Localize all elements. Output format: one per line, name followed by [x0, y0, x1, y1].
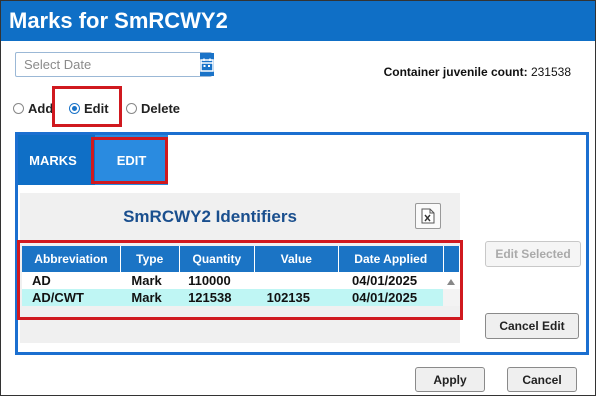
juvenile-count: Container juvenile count: 231538 [384, 65, 571, 79]
radio-add-label: Add [28, 101, 54, 116]
count-label: Container juvenile count: [383, 65, 528, 79]
apply-button[interactable]: Apply [415, 367, 485, 392]
annotation-box-edit-tab [91, 137, 168, 184]
radio-add-dot[interactable] [13, 103, 24, 114]
cancel-edit-button[interactable]: Cancel Edit [485, 313, 579, 339]
tab-marks[interactable]: MARKS [18, 135, 88, 185]
radio-delete[interactable]: Delete [126, 101, 180, 116]
window-title: Marks for SmRCWY2 [1, 1, 595, 41]
date-picker[interactable] [15, 52, 214, 77]
calendar-button[interactable] [200, 53, 214, 76]
annotation-box-edit-radio [52, 86, 122, 127]
annotation-box-table [17, 240, 463, 320]
radio-add[interactable]: Add [13, 101, 53, 116]
radio-delete-label: Delete [141, 101, 181, 116]
export-excel-button[interactable] [415, 203, 441, 229]
cancel-button[interactable]: Cancel [507, 367, 577, 392]
date-input[interactable] [16, 53, 200, 76]
count-value: 231538 [530, 65, 571, 79]
excel-export-icon [421, 208, 435, 224]
calendar-icon [200, 58, 214, 72]
grid-title: SmRCWY2 Identifiers [123, 207, 297, 226]
radio-delete-dot[interactable] [126, 103, 137, 114]
edit-selected-button[interactable]: Edit Selected [485, 241, 581, 267]
